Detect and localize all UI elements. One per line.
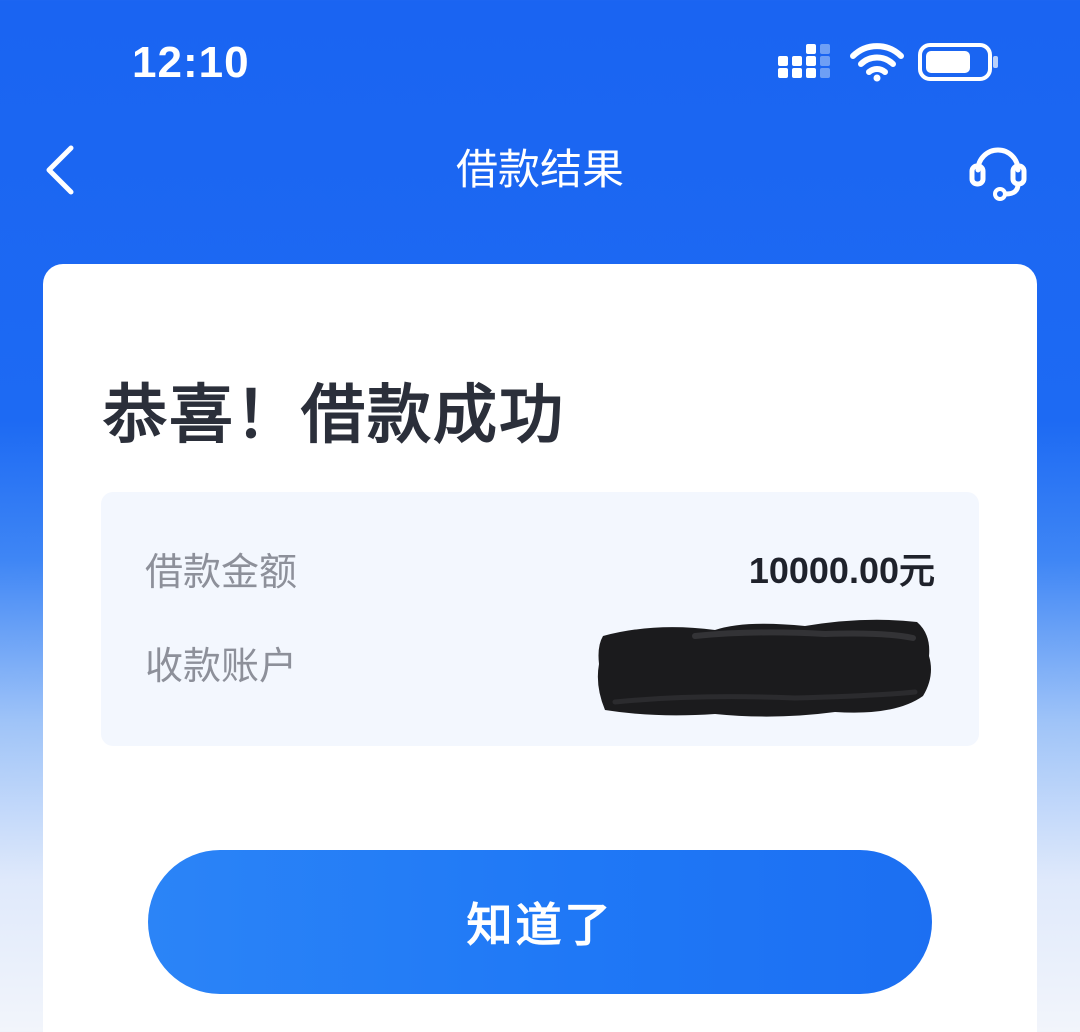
customer-service-button[interactable] — [962, 134, 1034, 206]
wifi-icon — [850, 43, 904, 82]
loan-amount-value: 10000.00元 — [748, 550, 935, 591]
back-button[interactable] — [30, 140, 90, 200]
receiving-account-label: 收款账户 — [145, 643, 298, 688]
chevron-left-icon — [46, 145, 74, 195]
loan-detail-box: 借款金额 10000.00元 收款账户 — [101, 492, 979, 746]
status-time: 12:10 — [132, 38, 250, 87]
receiving-account-row: 收款账户 — [145, 619, 935, 717]
headset-icon — [969, 147, 1027, 201]
result-card: 恭喜！借款成功 借款金额 10000.00元 收款账户 知道了 — [43, 264, 1037, 1032]
got-it-button[interactable]: 知道了 — [148, 850, 932, 994]
page-title: 借款结果 — [455, 145, 624, 194]
status-bar: 12:10 — [0, 0, 1080, 120]
loan-amount-label: 借款金额 — [145, 549, 298, 594]
signal-icon — [778, 44, 830, 78]
result-heading: 恭喜！借款成功 — [103, 379, 565, 453]
loan-amount-row: 借款金额 10000.00元 — [145, 538, 935, 598]
redacted-account-mark — [597, 619, 931, 717]
battery-icon — [918, 43, 998, 81]
nav-bar: 借款结果 — [0, 120, 1080, 220]
